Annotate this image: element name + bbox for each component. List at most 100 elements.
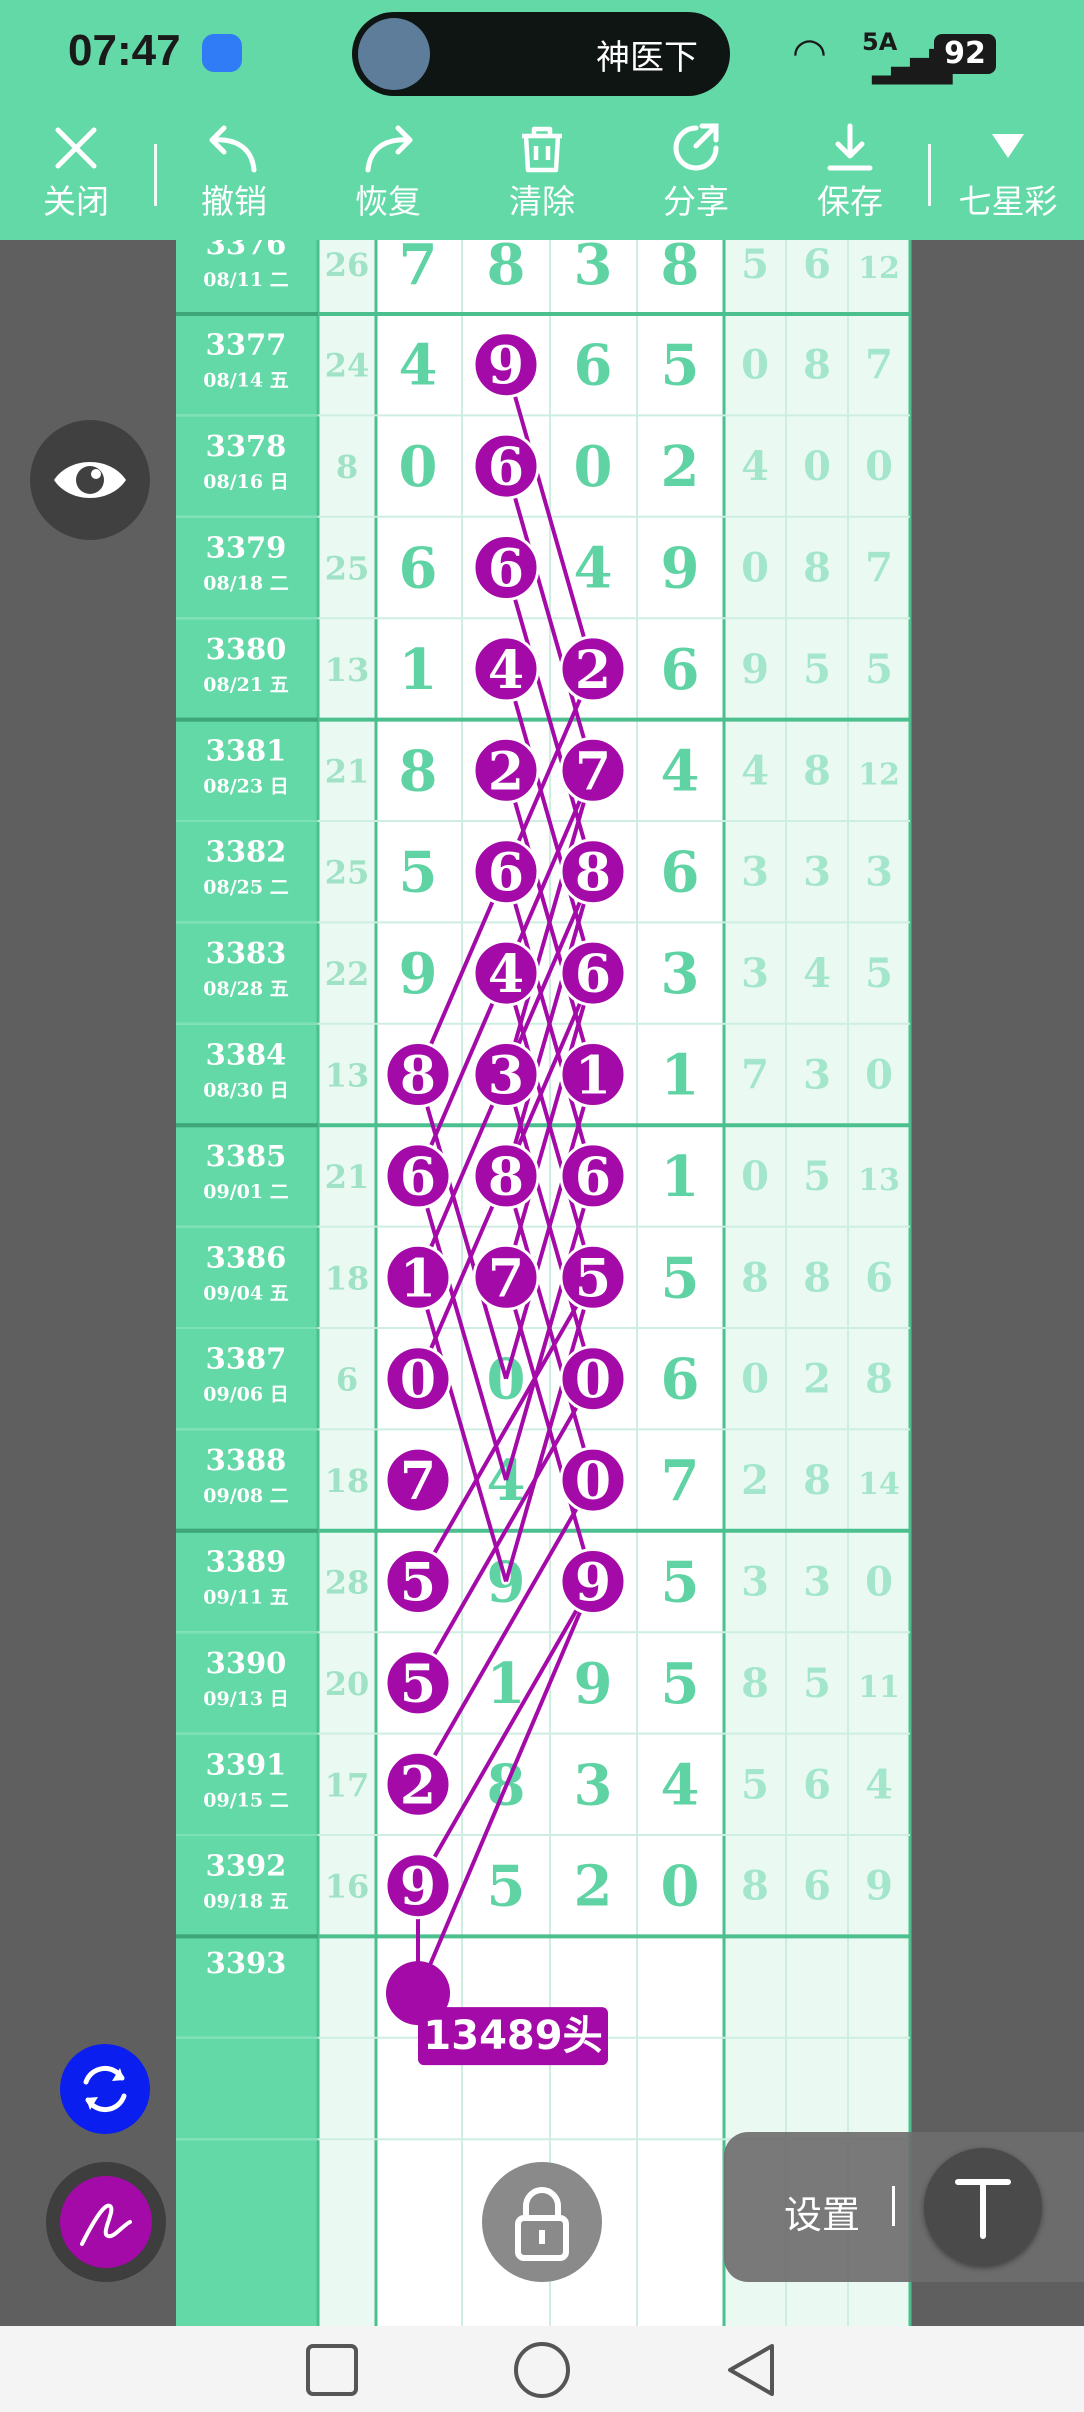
circled-digit-value: 0 — [400, 1350, 436, 1411]
circled-digit-value: 6 — [488, 539, 524, 600]
issue-number: 3376 — [206, 240, 287, 261]
issue-date: 08/28 五 — [203, 978, 288, 1000]
digit-value: 3 — [661, 941, 700, 1007]
undo-button[interactable]: 撤销 — [164, 112, 304, 240]
extra-value: 12 — [858, 251, 900, 286]
digit-value: 3 — [574, 1752, 613, 1818]
issue-number: 3390 — [206, 1646, 287, 1680]
lottery-label: 七星彩 — [958, 182, 1058, 221]
triangle-down-icon — [992, 134, 1024, 158]
circled-digit-value: 2 — [400, 1755, 436, 1816]
circled-digit-value: 2 — [488, 741, 524, 802]
digit-value: 0 — [574, 434, 613, 500]
digit-value: 7 — [661, 1448, 700, 1514]
battery-level: 92 — [944, 36, 986, 71]
recents-icon[interactable] — [304, 2342, 360, 2398]
status-bar: 07:47 神医下 ◠ 5A ▂▄▆█ 92 — [0, 0, 1084, 112]
extra-value: 13 — [858, 1163, 900, 1198]
pen-icon — [80, 2203, 132, 2246]
circled-digit-value: 2 — [575, 640, 611, 701]
extra-value: 8 — [803, 545, 831, 592]
settings-button[interactable]: 设置 — [784, 2184, 860, 2239]
toolbar-divider — [928, 144, 931, 206]
redo-button[interactable]: 恢复 — [318, 112, 458, 240]
digit-value: 8 — [487, 240, 526, 298]
circled-digit-value: 8 — [400, 1046, 436, 1107]
close-icon — [55, 127, 97, 169]
issue-number: 3382 — [206, 835, 287, 869]
digit-value: 8 — [399, 738, 438, 804]
issue-date: 09/11 五 — [203, 1587, 288, 1609]
issue-number: 3384 — [206, 1038, 287, 1072]
redo-label: 恢复 — [355, 182, 421, 221]
sum-value: 22 — [325, 955, 370, 993]
digit-value: 2 — [661, 434, 700, 500]
sum-value: 20 — [325, 1665, 370, 1703]
extra-value: 8 — [803, 747, 831, 794]
sum-value: 18 — [325, 1462, 370, 1500]
system-nav-bar — [0, 2326, 1084, 2412]
save-button[interactable]: 保存 — [780, 112, 920, 240]
circled-digit-value: 6 — [488, 437, 524, 498]
close-label: 关闭 — [43, 182, 109, 221]
extra-value: 8 — [803, 342, 831, 389]
digit-value: 4 — [399, 333, 438, 399]
sum-value: 13 — [325, 651, 370, 689]
digit-value: 7 — [399, 240, 438, 298]
back-icon[interactable] — [722, 2340, 778, 2400]
undo-label: 撤销 — [201, 182, 267, 221]
issue-date: 08/21 五 — [203, 674, 288, 696]
sum-value: 28 — [325, 1564, 370, 1602]
issue-number: 3389 — [206, 1545, 287, 1579]
clear-button[interactable]: 清除 — [472, 112, 612, 240]
sum-value: 18 — [325, 1259, 370, 1297]
circled-digit-value: 0 — [575, 1350, 611, 1411]
digit-value: 1 — [661, 1144, 700, 1210]
refresh-button[interactable] — [60, 2044, 150, 2134]
status-time: 07:47 — [68, 26, 181, 75]
extra-value: 8 — [865, 1356, 893, 1403]
issue-date: 09/15 二 — [203, 1789, 288, 1811]
extra-value: 6 — [803, 1863, 831, 1910]
eye-button[interactable] — [30, 420, 150, 540]
share-button[interactable]: 分享 — [626, 112, 766, 240]
issue-number: 3391 — [206, 1747, 287, 1781]
issue-number: 3380 — [206, 632, 287, 666]
issue-number: 3385 — [206, 1139, 287, 1173]
lock-button[interactable] — [482, 2162, 602, 2282]
digit-value: 6 — [399, 536, 438, 602]
extra-value: 6 — [803, 241, 831, 288]
toolbar: 关闭 撤销 恢复 清除 分享 保存 七星彩 — [0, 112, 1084, 240]
settings-panel: 设置 — [724, 2132, 1084, 2282]
extra-value: 2 — [803, 1356, 831, 1403]
issue-date: 08/14 五 — [203, 370, 288, 392]
extra-value: 8 — [803, 1457, 831, 1504]
digit-value: 1 — [661, 1043, 700, 1109]
extra-value: 11 — [858, 1670, 900, 1705]
trend-chart[interactable]: 337608/11 二 26 7 8 3 8 5 6 12337708/14 五 24 4 6 5 0 8 7… — [0, 240, 1084, 2326]
extra-value: 8 — [741, 1660, 769, 1707]
digit-value: 6 — [661, 1347, 700, 1413]
notification-pill[interactable]: 神医下 — [352, 12, 730, 96]
text-icon — [955, 2179, 1011, 2239]
extra-value: 8 — [741, 1863, 769, 1910]
text-tool-button[interactable] — [924, 2148, 1042, 2266]
digit-value: 5 — [487, 1854, 526, 1920]
extra-value: 9 — [741, 646, 769, 693]
circled-digit-value: 1 — [400, 1248, 436, 1309]
issue-date: 09/04 五 — [203, 1282, 288, 1304]
right-margin — [910, 240, 1084, 2326]
settings-divider — [892, 2186, 895, 2226]
digit-value: 4 — [661, 1752, 700, 1818]
digit-value: 8 — [661, 240, 700, 298]
home-icon[interactable] — [512, 2340, 572, 2400]
pen-button[interactable] — [46, 2162, 166, 2282]
extra-value: 0 — [741, 1153, 769, 1200]
circled-digit-value: 6 — [575, 1147, 611, 1208]
issue-date: 08/30 日 — [203, 1080, 288, 1102]
digit-value: 4 — [661, 738, 700, 804]
lock-icon — [515, 2187, 569, 2261]
lottery-select[interactable]: 七星彩 — [938, 112, 1078, 240]
close-button[interactable]: 关闭 — [6, 112, 146, 240]
message-icon — [202, 34, 242, 72]
